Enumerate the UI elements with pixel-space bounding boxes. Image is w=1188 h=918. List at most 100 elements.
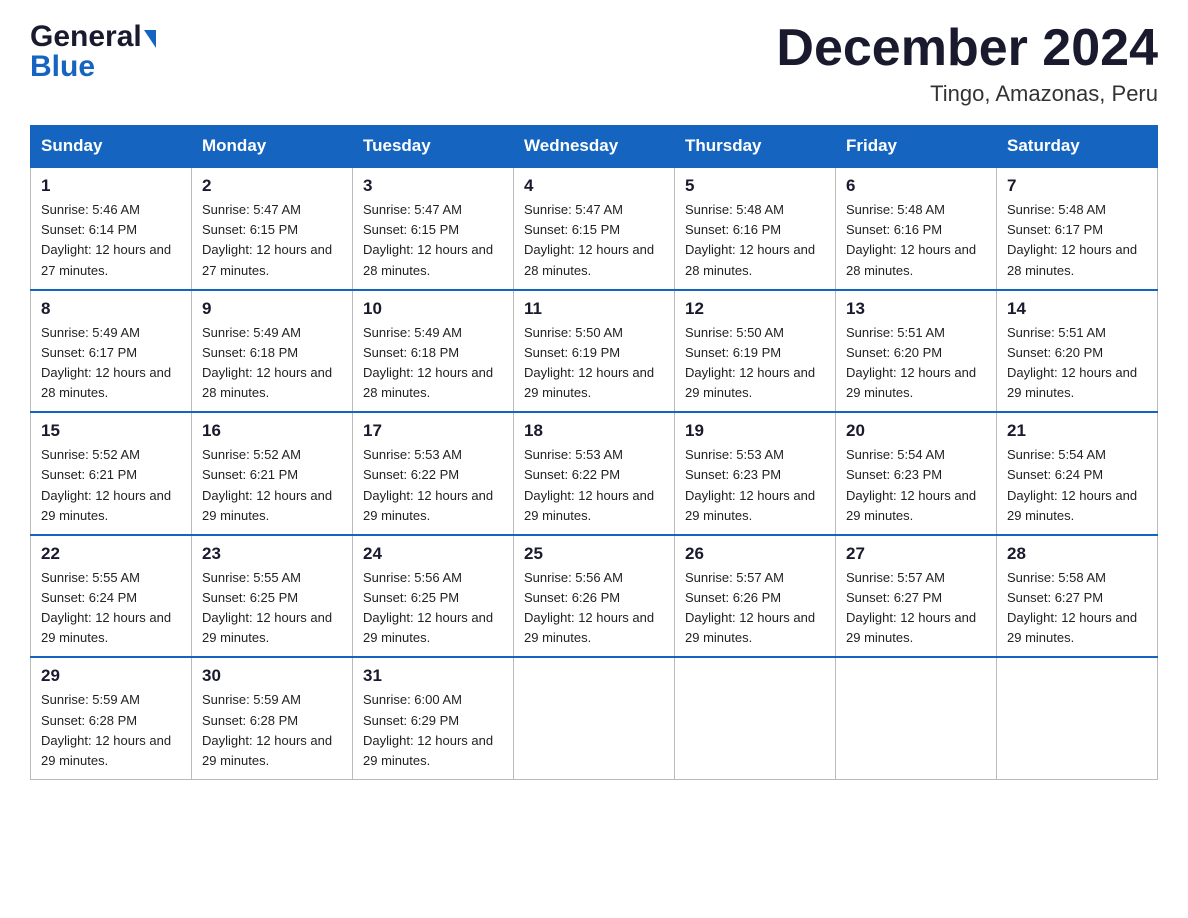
day-number: 11 — [524, 299, 664, 319]
calendar-cell — [836, 657, 997, 779]
calendar-cell: 22 Sunrise: 5:55 AMSunset: 6:24 PMDaylig… — [31, 535, 192, 658]
calendar-cell: 27 Sunrise: 5:57 AMSunset: 6:27 PMDaylig… — [836, 535, 997, 658]
day-number: 5 — [685, 176, 825, 196]
day-info: Sunrise: 5:47 AMSunset: 6:15 PMDaylight:… — [363, 202, 493, 277]
calendar-cell: 18 Sunrise: 5:53 AMSunset: 6:22 PMDaylig… — [514, 412, 675, 535]
day-info: Sunrise: 5:56 AMSunset: 6:26 PMDaylight:… — [524, 570, 654, 645]
day-info: Sunrise: 5:51 AMSunset: 6:20 PMDaylight:… — [846, 325, 976, 400]
week-row-2: 8 Sunrise: 5:49 AMSunset: 6:17 PMDayligh… — [31, 290, 1158, 413]
calendar-cell: 25 Sunrise: 5:56 AMSunset: 6:26 PMDaylig… — [514, 535, 675, 658]
page-header: General Blue December 2024 Tingo, Amazon… — [30, 20, 1158, 107]
day-number: 15 — [41, 421, 181, 441]
calendar-cell: 5 Sunrise: 5:48 AMSunset: 6:16 PMDayligh… — [675, 167, 836, 290]
day-number: 21 — [1007, 421, 1147, 441]
day-info: Sunrise: 5:51 AMSunset: 6:20 PMDaylight:… — [1007, 325, 1137, 400]
day-number: 4 — [524, 176, 664, 196]
calendar-cell: 23 Sunrise: 5:55 AMSunset: 6:25 PMDaylig… — [192, 535, 353, 658]
day-info: Sunrise: 5:57 AMSunset: 6:26 PMDaylight:… — [685, 570, 815, 645]
calendar-cell: 21 Sunrise: 5:54 AMSunset: 6:24 PMDaylig… — [997, 412, 1158, 535]
week-row-4: 22 Sunrise: 5:55 AMSunset: 6:24 PMDaylig… — [31, 535, 1158, 658]
day-info: Sunrise: 5:52 AMSunset: 6:21 PMDaylight:… — [41, 447, 171, 522]
day-info: Sunrise: 5:49 AMSunset: 6:18 PMDaylight:… — [202, 325, 332, 400]
calendar-cell: 9 Sunrise: 5:49 AMSunset: 6:18 PMDayligh… — [192, 290, 353, 413]
logo-arrow-icon — [144, 30, 156, 48]
calendar-cell: 26 Sunrise: 5:57 AMSunset: 6:26 PMDaylig… — [675, 535, 836, 658]
calendar-cell: 4 Sunrise: 5:47 AMSunset: 6:15 PMDayligh… — [514, 167, 675, 290]
location-title: Tingo, Amazonas, Peru — [776, 81, 1158, 107]
day-number: 27 — [846, 544, 986, 564]
calendar-cell: 19 Sunrise: 5:53 AMSunset: 6:23 PMDaylig… — [675, 412, 836, 535]
day-number: 23 — [202, 544, 342, 564]
day-number: 8 — [41, 299, 181, 319]
day-number: 18 — [524, 421, 664, 441]
calendar-header-friday: Friday — [836, 126, 997, 168]
calendar-cell — [997, 657, 1158, 779]
day-number: 22 — [41, 544, 181, 564]
day-info: Sunrise: 5:47 AMSunset: 6:15 PMDaylight:… — [202, 202, 332, 277]
day-number: 31 — [363, 666, 503, 686]
day-info: Sunrise: 5:49 AMSunset: 6:17 PMDaylight:… — [41, 325, 171, 400]
title-area: December 2024 Tingo, Amazonas, Peru — [776, 20, 1158, 107]
calendar-cell: 10 Sunrise: 5:49 AMSunset: 6:18 PMDaylig… — [353, 290, 514, 413]
calendar-header-monday: Monday — [192, 126, 353, 168]
calendar-cell: 12 Sunrise: 5:50 AMSunset: 6:19 PMDaylig… — [675, 290, 836, 413]
day-info: Sunrise: 5:55 AMSunset: 6:25 PMDaylight:… — [202, 570, 332, 645]
week-row-3: 15 Sunrise: 5:52 AMSunset: 6:21 PMDaylig… — [31, 412, 1158, 535]
day-number: 19 — [685, 421, 825, 441]
calendar-cell: 6 Sunrise: 5:48 AMSunset: 6:16 PMDayligh… — [836, 167, 997, 290]
day-number: 2 — [202, 176, 342, 196]
month-title: December 2024 — [776, 20, 1158, 77]
calendar-cell: 16 Sunrise: 5:52 AMSunset: 6:21 PMDaylig… — [192, 412, 353, 535]
calendar-cell: 17 Sunrise: 5:53 AMSunset: 6:22 PMDaylig… — [353, 412, 514, 535]
day-info: Sunrise: 5:50 AMSunset: 6:19 PMDaylight:… — [685, 325, 815, 400]
day-info: Sunrise: 5:50 AMSunset: 6:19 PMDaylight:… — [524, 325, 654, 400]
calendar-cell: 20 Sunrise: 5:54 AMSunset: 6:23 PMDaylig… — [836, 412, 997, 535]
day-number: 20 — [846, 421, 986, 441]
calendar-cell: 3 Sunrise: 5:47 AMSunset: 6:15 PMDayligh… — [353, 167, 514, 290]
day-info: Sunrise: 5:53 AMSunset: 6:22 PMDaylight:… — [524, 447, 654, 522]
day-number: 1 — [41, 176, 181, 196]
day-info: Sunrise: 5:53 AMSunset: 6:23 PMDaylight:… — [685, 447, 815, 522]
calendar-table: SundayMondayTuesdayWednesdayThursdayFrid… — [30, 125, 1158, 780]
logo-general-text: General — [30, 20, 142, 54]
day-info: Sunrise: 5:55 AMSunset: 6:24 PMDaylight:… — [41, 570, 171, 645]
calendar-header-wednesday: Wednesday — [514, 126, 675, 168]
calendar-cell — [675, 657, 836, 779]
day-info: Sunrise: 5:49 AMSunset: 6:18 PMDaylight:… — [363, 325, 493, 400]
calendar-header-tuesday: Tuesday — [353, 126, 514, 168]
day-number: 10 — [363, 299, 503, 319]
calendar-cell: 31 Sunrise: 6:00 AMSunset: 6:29 PMDaylig… — [353, 657, 514, 779]
calendar-cell — [514, 657, 675, 779]
calendar-cell: 29 Sunrise: 5:59 AMSunset: 6:28 PMDaylig… — [31, 657, 192, 779]
calendar-cell: 8 Sunrise: 5:49 AMSunset: 6:17 PMDayligh… — [31, 290, 192, 413]
calendar-cell: 2 Sunrise: 5:47 AMSunset: 6:15 PMDayligh… — [192, 167, 353, 290]
calendar-cell: 24 Sunrise: 5:56 AMSunset: 6:25 PMDaylig… — [353, 535, 514, 658]
day-number: 6 — [846, 176, 986, 196]
day-info: Sunrise: 5:57 AMSunset: 6:27 PMDaylight:… — [846, 570, 976, 645]
day-number: 9 — [202, 299, 342, 319]
week-row-1: 1 Sunrise: 5:46 AMSunset: 6:14 PMDayligh… — [31, 167, 1158, 290]
calendar-header-sunday: Sunday — [31, 126, 192, 168]
day-number: 12 — [685, 299, 825, 319]
day-number: 26 — [685, 544, 825, 564]
day-info: Sunrise: 6:00 AMSunset: 6:29 PMDaylight:… — [363, 692, 493, 767]
calendar-header-thursday: Thursday — [675, 126, 836, 168]
calendar-cell: 14 Sunrise: 5:51 AMSunset: 6:20 PMDaylig… — [997, 290, 1158, 413]
day-info: Sunrise: 5:53 AMSunset: 6:22 PMDaylight:… — [363, 447, 493, 522]
calendar-header-row: SundayMondayTuesdayWednesdayThursdayFrid… — [31, 126, 1158, 168]
day-info: Sunrise: 5:59 AMSunset: 6:28 PMDaylight:… — [202, 692, 332, 767]
day-number: 29 — [41, 666, 181, 686]
week-row-5: 29 Sunrise: 5:59 AMSunset: 6:28 PMDaylig… — [31, 657, 1158, 779]
day-number: 28 — [1007, 544, 1147, 564]
day-info: Sunrise: 5:59 AMSunset: 6:28 PMDaylight:… — [41, 692, 171, 767]
calendar-cell: 30 Sunrise: 5:59 AMSunset: 6:28 PMDaylig… — [192, 657, 353, 779]
day-info: Sunrise: 5:47 AMSunset: 6:15 PMDaylight:… — [524, 202, 654, 277]
day-number: 30 — [202, 666, 342, 686]
calendar-cell: 11 Sunrise: 5:50 AMSunset: 6:19 PMDaylig… — [514, 290, 675, 413]
calendar-cell: 28 Sunrise: 5:58 AMSunset: 6:27 PMDaylig… — [997, 535, 1158, 658]
day-number: 14 — [1007, 299, 1147, 319]
day-info: Sunrise: 5:52 AMSunset: 6:21 PMDaylight:… — [202, 447, 332, 522]
day-info: Sunrise: 5:48 AMSunset: 6:16 PMDaylight:… — [685, 202, 815, 277]
day-info: Sunrise: 5:58 AMSunset: 6:27 PMDaylight:… — [1007, 570, 1137, 645]
day-info: Sunrise: 5:46 AMSunset: 6:14 PMDaylight:… — [41, 202, 171, 277]
